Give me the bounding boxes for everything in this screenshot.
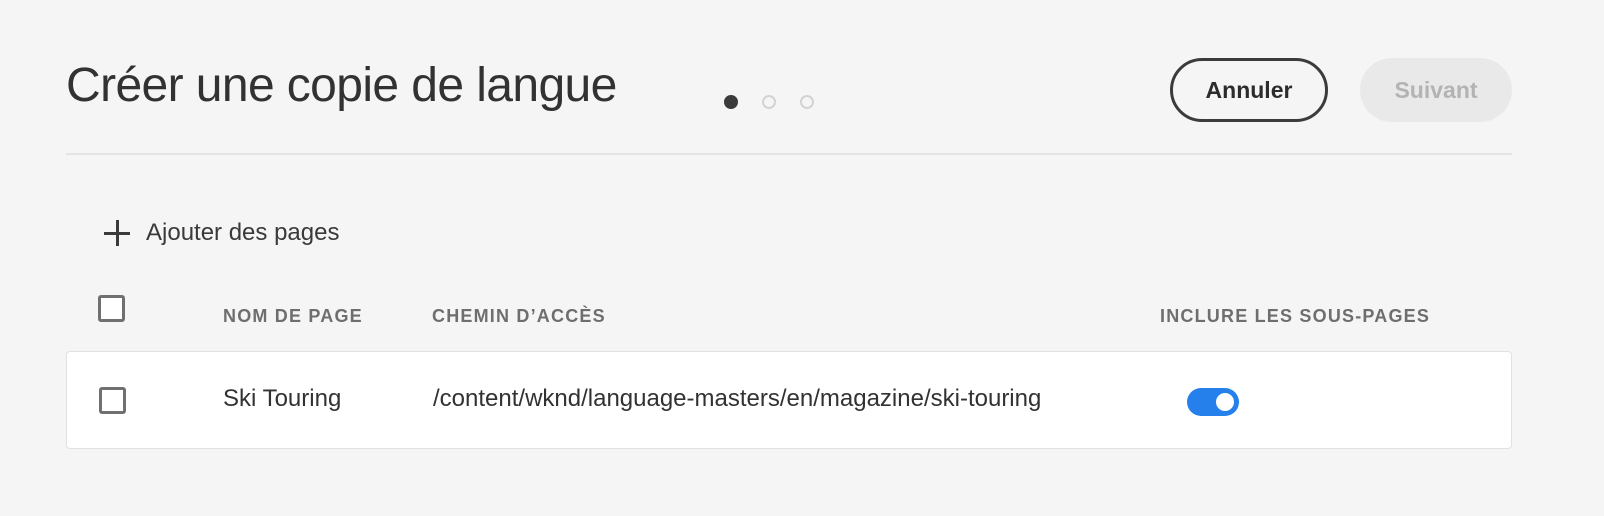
column-header-path: CHEMIN D’ACCÈS xyxy=(432,306,606,326)
toggle-knob xyxy=(1216,393,1234,411)
row-select-checkbox[interactable] xyxy=(99,387,126,414)
add-pages-button[interactable]: Ajouter des pages xyxy=(104,219,339,247)
page-path-cell: /content/wknd/language-masters/en/magazi… xyxy=(433,385,1042,412)
select-all-checkbox[interactable] xyxy=(98,295,125,322)
cancel-button[interactable]: Annuler xyxy=(1170,58,1328,122)
next-button[interactable]: Suivant xyxy=(1360,58,1512,122)
page-name-cell: Ski Touring xyxy=(223,385,342,412)
column-header-name: NOM DE PAGE xyxy=(223,306,363,326)
step-dot-2 xyxy=(762,95,776,109)
include-subpages-toggle[interactable] xyxy=(1187,388,1239,416)
plus-icon xyxy=(104,220,130,246)
column-header-include-subpages: INCLURE LES SOUS-PAGES xyxy=(1160,306,1431,326)
page-title: Créer une copie de langue xyxy=(66,59,617,112)
step-indicator xyxy=(724,95,814,109)
wizard-header: Créer une copie de langue Annuler Suivan… xyxy=(66,0,1512,155)
add-pages-label: Ajouter des pages xyxy=(146,219,340,246)
step-dot-3 xyxy=(800,95,814,109)
table-row[interactable]: Ski Touring /content/wknd/language-maste… xyxy=(66,351,1512,449)
step-dot-1 xyxy=(724,95,738,109)
